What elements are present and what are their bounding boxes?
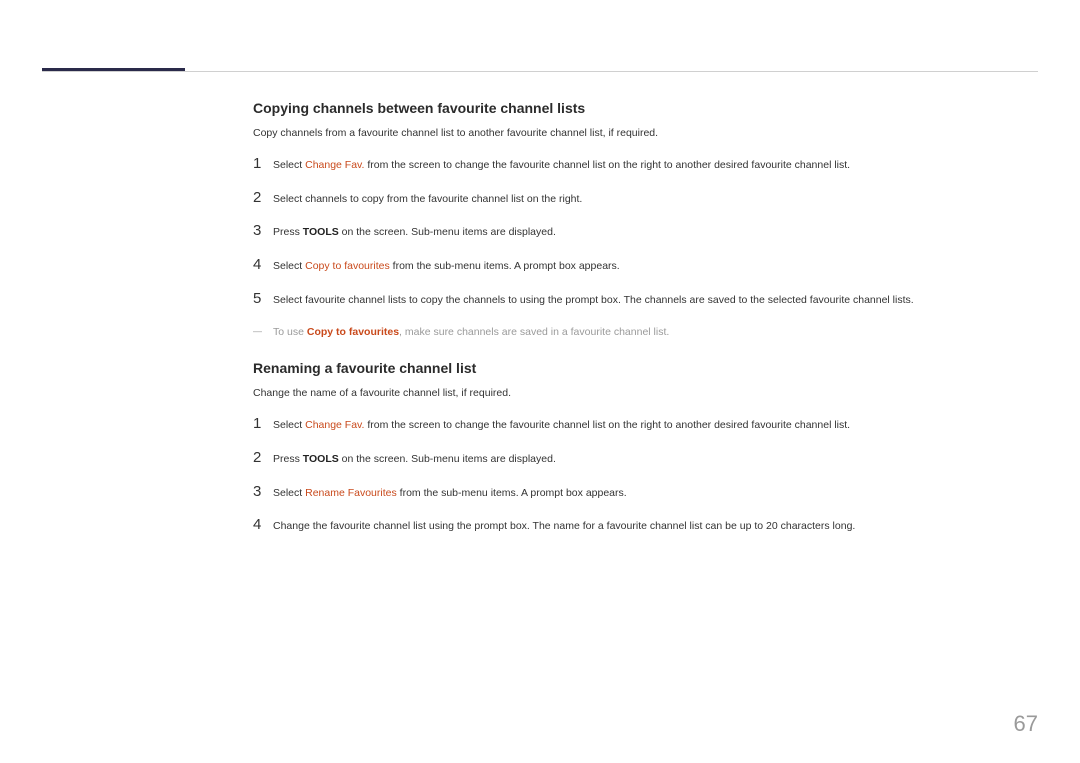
section-intro: Copy channels from a favourite channel l…	[253, 126, 1038, 142]
step-number: 3	[253, 223, 273, 240]
step: 1 Select Change Fav. from the screen to …	[253, 416, 1038, 434]
bold-text: TOOLS	[303, 226, 339, 238]
step-text: Select Rename Favourites from the sub-me…	[273, 484, 627, 502]
note-text: To use Copy to favourites, make sure cha…	[273, 325, 669, 341]
accent-text: Copy to favourites	[305, 260, 390, 272]
accent-text: Change Fav.	[305, 419, 364, 431]
section-copying: Copying channels between favourite chann…	[253, 100, 1038, 340]
step-text: Select Change Fav. from the screen to ch…	[273, 156, 850, 174]
accent-text: Copy to favourites	[307, 326, 399, 338]
step: 4 Change the favourite channel list usin…	[253, 517, 1038, 535]
step-number: 4	[253, 517, 273, 534]
step-text: Press TOOLS on the screen. Sub-menu item…	[273, 450, 556, 468]
step-text: Select Copy to favourites from the sub-m…	[273, 257, 620, 275]
accent-text: Change Fav.	[305, 159, 364, 171]
step-number: 4	[253, 257, 273, 274]
section-renaming: Renaming a favourite channel list Change…	[253, 360, 1038, 535]
section-title: Renaming a favourite channel list	[253, 360, 1038, 376]
step-number: 1	[253, 156, 273, 173]
step-number: 2	[253, 450, 273, 467]
header-rule	[42, 71, 1038, 72]
step-number: 3	[253, 484, 273, 501]
page-number: 67	[1014, 711, 1038, 737]
step: 4 Select Copy to favourites from the sub…	[253, 257, 1038, 275]
section-intro: Change the name of a favourite channel l…	[253, 386, 1038, 402]
step-number: 2	[253, 190, 273, 207]
step: 3 Press TOOLS on the screen. Sub-menu it…	[253, 223, 1038, 241]
step: 2 Select channels to copy from the favou…	[253, 190, 1038, 208]
page-content: Copying channels between favourite chann…	[253, 100, 1038, 551]
note-dash-icon: ―	[253, 325, 273, 336]
step: 3 Select Rename Favourites from the sub-…	[253, 484, 1038, 502]
section-title: Copying channels between favourite chann…	[253, 100, 1038, 116]
step-text: Change the favourite channel list using …	[273, 517, 855, 535]
bold-text: TOOLS	[303, 453, 339, 465]
step-text: Select favourite channel lists to copy t…	[273, 291, 914, 309]
accent-text: Rename Favourites	[305, 487, 397, 499]
step: 1 Select Change Fav. from the screen to …	[253, 156, 1038, 174]
step-number: 5	[253, 291, 273, 308]
step: 2 Press TOOLS on the screen. Sub-menu it…	[253, 450, 1038, 468]
step-text: Select Change Fav. from the screen to ch…	[273, 416, 850, 434]
note: ― To use Copy to favourites, make sure c…	[253, 325, 1038, 341]
step: 5 Select favourite channel lists to copy…	[253, 291, 1038, 309]
step-text: Press TOOLS on the screen. Sub-menu item…	[273, 223, 556, 241]
step-text: Select channels to copy from the favouri…	[273, 190, 582, 208]
step-number: 1	[253, 416, 273, 433]
